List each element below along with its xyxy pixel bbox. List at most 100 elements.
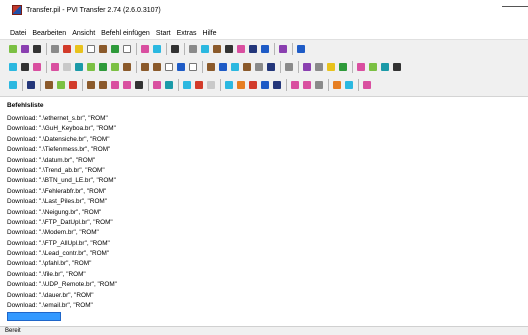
image-button[interactable] xyxy=(86,80,96,90)
list-item[interactable]: Download: ".\GuH_Keyboa.br", "ROM" xyxy=(7,124,117,134)
tag-button[interactable] xyxy=(266,62,276,72)
network-tree-button[interactable] xyxy=(134,80,144,90)
module-button[interactable] xyxy=(8,80,18,90)
timer-button[interactable] xyxy=(194,80,204,90)
warning-triangle-button[interactable] xyxy=(86,62,96,72)
list-item[interactable]: Download: ".\file.br", "ROM" xyxy=(7,270,117,280)
connect-a-button[interactable] xyxy=(152,80,162,90)
list-item[interactable]: Download: ".\UDP_Remote.br", "ROM" xyxy=(7,280,117,290)
ip-button[interactable] xyxy=(206,80,216,90)
boxes-button[interactable] xyxy=(56,80,66,90)
list-item[interactable]: Download: ".\Datensiche.br", "ROM" xyxy=(7,135,117,145)
menu-ansicht[interactable]: Ansicht xyxy=(72,30,95,37)
command-list[interactable]: Download: ".\ethernet_s.br", "ROM" Downl… xyxy=(7,114,117,322)
magic-button[interactable] xyxy=(392,62,402,72)
connect-button[interactable] xyxy=(248,44,258,54)
check-button[interactable] xyxy=(86,44,96,54)
sort-button[interactable] xyxy=(302,80,312,90)
key-button[interactable] xyxy=(380,62,390,72)
menu-extras[interactable]: Extras xyxy=(177,30,197,37)
star-button[interactable] xyxy=(284,62,294,72)
list-item[interactable]: Download: ".\Neigung.br", "ROM" xyxy=(7,208,117,218)
check-green-button[interactable] xyxy=(356,62,366,72)
menu-datei[interactable]: Datei xyxy=(10,30,26,37)
list-item[interactable]: Download: ".\BTN_und_LE.br", "ROM" xyxy=(7,176,117,186)
minimize-icon[interactable] xyxy=(502,6,528,7)
pie-button[interactable] xyxy=(230,62,240,72)
stop-red-button[interactable] xyxy=(176,62,186,72)
new-file-button[interactable] xyxy=(8,44,18,54)
user-button[interactable] xyxy=(242,62,252,72)
lock-button[interactable] xyxy=(44,80,54,90)
help-button[interactable] xyxy=(278,44,288,54)
table-button[interactable] xyxy=(362,80,372,90)
menu-hilfe[interactable]: Hilfe xyxy=(202,30,216,37)
list-item[interactable]: Download: ".\Fehlerabfr.br", "ROM" xyxy=(7,187,117,197)
network-button[interactable] xyxy=(236,44,246,54)
layers-button[interactable] xyxy=(254,62,264,72)
menu-bearbeiten[interactable]: Bearbeiten xyxy=(32,30,66,37)
stop-button[interactable] xyxy=(188,44,198,54)
list-item[interactable]: Download: ".\pfahl.br", "ROM" xyxy=(7,259,117,269)
circle-check-button[interactable] xyxy=(212,44,222,54)
chat-button[interactable] xyxy=(188,62,198,72)
menu-start[interactable]: Start xyxy=(156,30,171,37)
file-bl-button[interactable] xyxy=(122,62,132,72)
open-folder-button[interactable] xyxy=(20,44,30,54)
check-yellow-button[interactable] xyxy=(368,62,378,72)
connect-alt-button[interactable] xyxy=(260,44,270,54)
frame-a-button[interactable] xyxy=(302,62,312,72)
grid-button[interactable] xyxy=(218,62,228,72)
list-item[interactable]: Download: ".\Lead_contr.br", "ROM" xyxy=(7,249,117,259)
warning-button[interactable] xyxy=(200,44,210,54)
list-item[interactable]: Download: ".\email.br", "ROM" xyxy=(7,301,117,311)
connect-b-button[interactable] xyxy=(164,80,174,90)
p-button[interactable] xyxy=(332,80,342,90)
email-button[interactable] xyxy=(182,80,192,90)
blocks-button[interactable] xyxy=(260,80,270,90)
bolt-button[interactable] xyxy=(68,80,78,90)
chart-button[interactable] xyxy=(110,80,120,90)
undo-button[interactable] xyxy=(110,44,120,54)
question-button[interactable] xyxy=(296,44,306,54)
menu-befehl-einfuegen[interactable]: Befehl einfügen xyxy=(101,30,150,37)
bar-chart-button[interactable] xyxy=(98,62,108,72)
frame-b-button[interactable] xyxy=(314,62,324,72)
copy-button[interactable] xyxy=(62,44,72,54)
list-button[interactable] xyxy=(290,80,300,90)
check-mark-button[interactable] xyxy=(314,80,324,90)
flag-button[interactable] xyxy=(344,80,354,90)
tool-c-button[interactable] xyxy=(32,62,42,72)
list-item[interactable]: Download: ".\Trend_ab.br", "ROM" xyxy=(7,166,117,176)
refresh-button[interactable] xyxy=(140,62,150,72)
nc-button[interactable] xyxy=(248,80,258,90)
document-button[interactable] xyxy=(98,80,108,90)
up-arrow-button[interactable] xyxy=(62,62,72,72)
list-item[interactable]: Download: ".\Tiefenmess.br", "ROM" xyxy=(7,145,117,155)
save-button[interactable] xyxy=(32,44,42,54)
layers-alt-button[interactable] xyxy=(122,80,132,90)
down-arrow-button[interactable] xyxy=(50,62,60,72)
monitor-button[interactable] xyxy=(26,80,36,90)
list-item[interactable]: Download: ".\FTP_DatUpl.br", "ROM" xyxy=(7,218,117,228)
delete-button[interactable] xyxy=(98,44,108,54)
sync-button[interactable] xyxy=(152,62,162,72)
list-item[interactable]: Download: ".\Modem.br", "ROM" xyxy=(7,228,117,238)
frame-d-button[interactable] xyxy=(338,62,348,72)
frame-c-button[interactable] xyxy=(326,62,336,72)
wrench-button[interactable] xyxy=(110,62,120,72)
cut-button[interactable] xyxy=(50,44,60,54)
window-button[interactable] xyxy=(236,80,246,90)
arrows-button[interactable] xyxy=(272,80,282,90)
insert-minus-button[interactable] xyxy=(152,44,162,54)
selected-empty-list-item[interactable] xyxy=(7,312,61,322)
tool-a-button[interactable] xyxy=(8,62,18,72)
home-button[interactable] xyxy=(74,62,84,72)
search-button[interactable] xyxy=(164,62,174,72)
list-item[interactable]: Download: ".\FTP_AllUpl.br", "ROM" xyxy=(7,239,117,249)
list-item[interactable]: Download: ".\datum.br", "ROM" xyxy=(7,156,117,166)
list-item[interactable]: Download: ".\dauer.br", "ROM" xyxy=(7,291,117,301)
list-item[interactable]: Download: ".\Last_Piles.br", "ROM" xyxy=(7,197,117,207)
enter-button[interactable] xyxy=(122,44,132,54)
tool-b-button[interactable] xyxy=(20,62,30,72)
